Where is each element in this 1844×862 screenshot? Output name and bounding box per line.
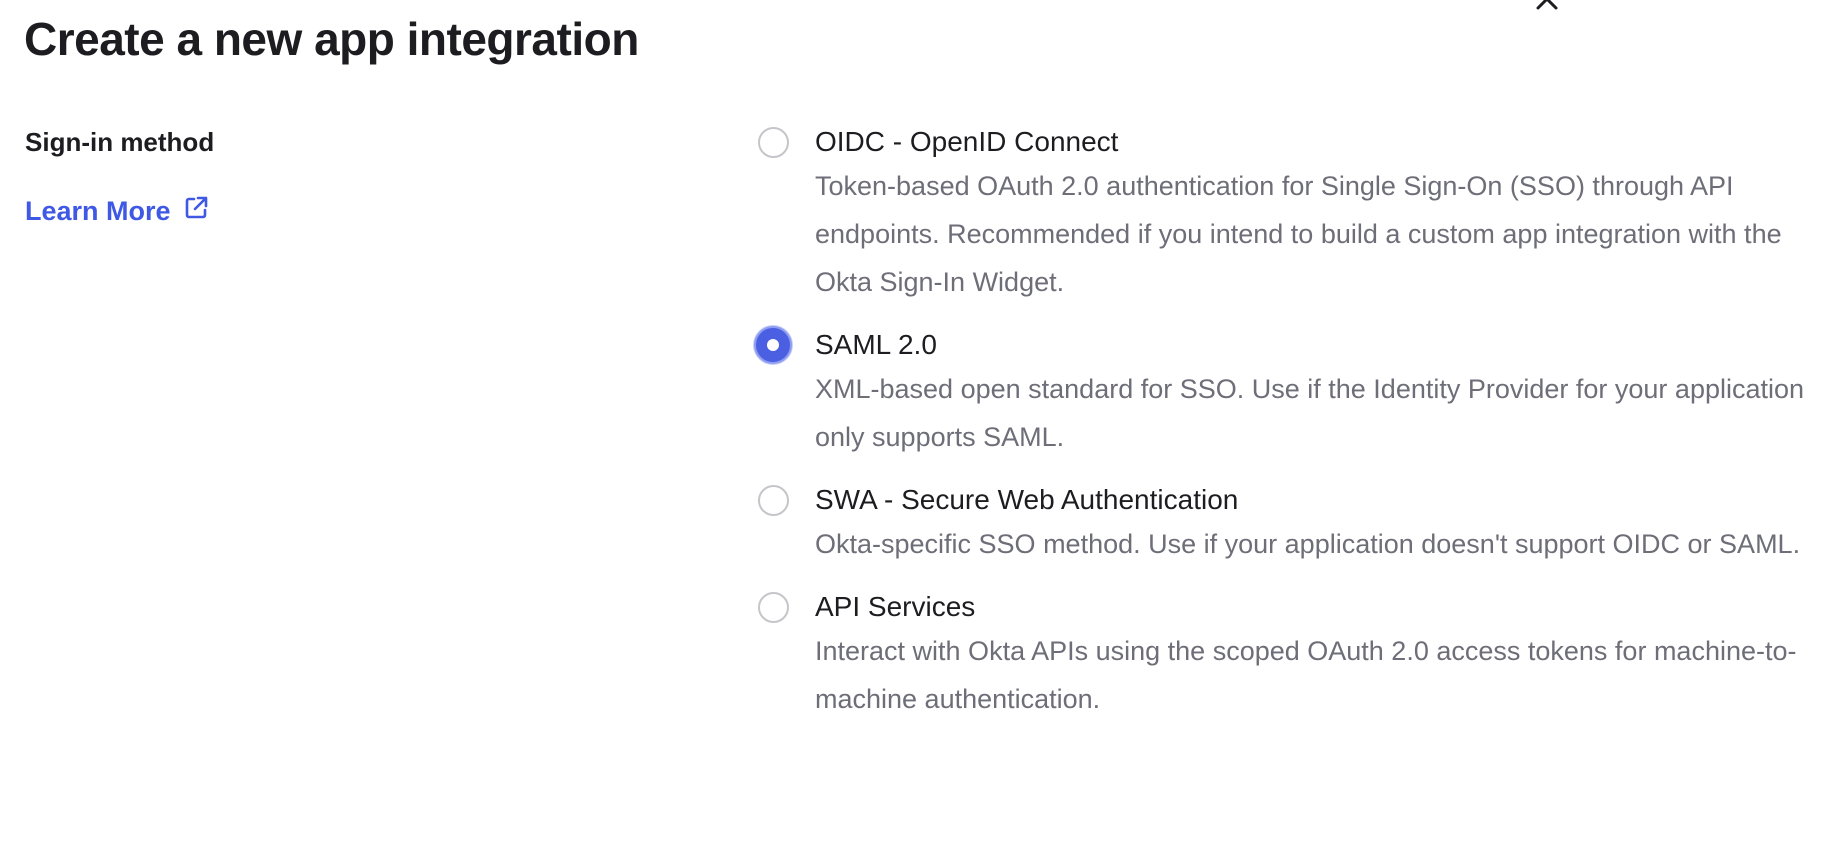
option-saml-description: XML-based open standard for SSO. Use if … [815,374,1805,452]
dialog-title: Create a new app integration [24,13,639,65]
option-swa[interactable]: SWA - Secure Web Authentication Okta-spe… [756,483,1836,568]
learn-more-label: Learn More [25,196,171,226]
option-oidc-title: OIDC - OpenID Connect [815,126,1119,157]
radio-saml[interactable] [754,326,792,364]
option-saml[interactable]: SAML 2.0 XML-based open standard for SSO… [754,326,1836,461]
radio-api-services[interactable] [758,592,789,623]
option-saml-title: SAML 2.0 [815,329,937,360]
close-icon [1533,0,1561,18]
external-link-icon [183,195,209,228]
radio-oidc[interactable] [758,127,789,158]
sign-in-method-label: Sign-in method [25,127,215,157]
option-oidc-description: Token-based OAuth 2.0 authentication for… [815,171,1782,297]
option-swa-description: Okta-specific SSO method. Use if your ap… [815,529,1801,559]
radio-swa[interactable] [758,485,789,516]
option-swa-title: SWA - Secure Web Authentication [815,484,1239,515]
create-app-integration-dialog: Create a new app integration Sign-in met… [0,0,1844,862]
close-button[interactable] [1532,0,1562,16]
option-api-services[interactable]: API Services Interact with Okta APIs usi… [756,590,1836,723]
sign-in-method-radio-group: OIDC - OpenID Connect Token-based OAuth … [754,125,1836,723]
option-api-services-title: API Services [815,591,976,622]
radio-selected-dot [767,339,779,351]
sign-in-method-label-column: Sign-in method Learn More [25,127,214,228]
option-api-services-description: Interact with Okta APIs using the scoped… [815,636,1797,714]
option-oidc[interactable]: OIDC - OpenID Connect Token-based OAuth … [756,125,1836,306]
learn-more-link[interactable]: Learn More [25,195,209,228]
